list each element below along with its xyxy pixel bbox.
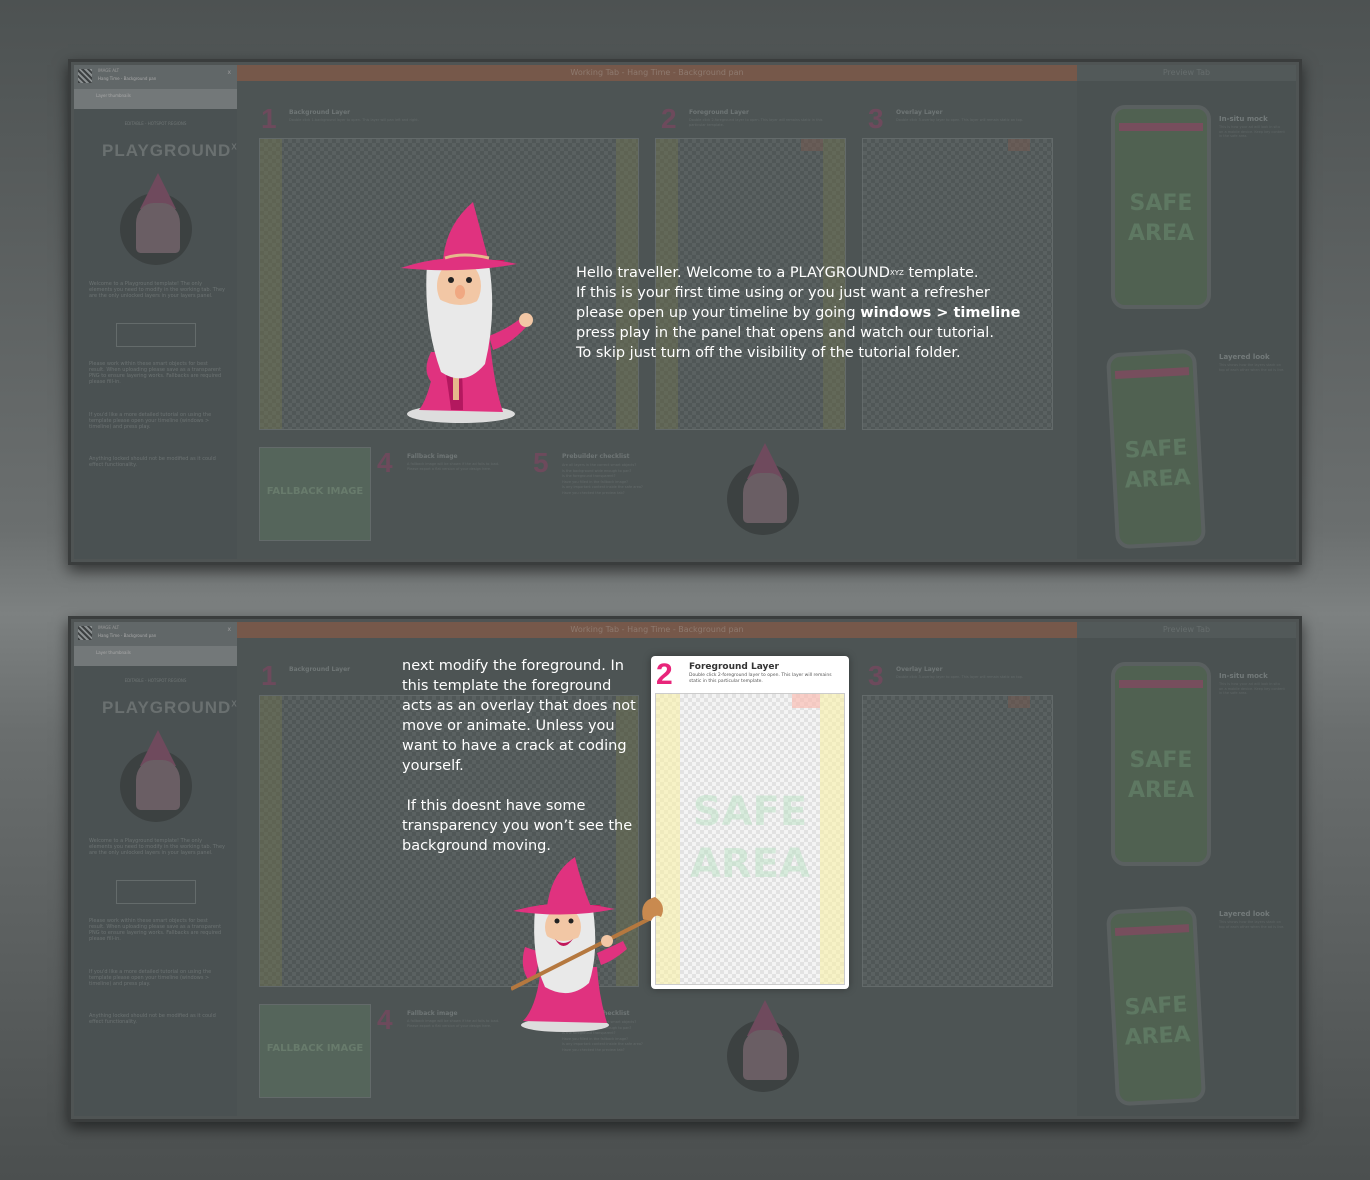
section-sub-background: Double click 1-background layer to open.… xyxy=(289,118,419,122)
layered-title: Layered look xyxy=(1219,910,1270,918)
left-sidebar: IMAGE ALT Hang Time - Background pan x L… xyxy=(74,622,249,1116)
insitu-phone-mock: SAFE AREA xyxy=(1111,105,1211,309)
insitu-title: In-situ mock xyxy=(1219,672,1268,680)
layered-text: This shows how the layers stack on top o… xyxy=(1219,363,1285,372)
tutorial-intro-text: Hello traveller. Welcome to a PLAYGROUND… xyxy=(576,265,1021,361)
playground-logo: PLAYGROUNDXYZ xyxy=(102,698,249,717)
window-title-small: IMAGE ALT xyxy=(98,625,120,630)
close-icon[interactable]: x xyxy=(227,69,231,76)
sidebar-header: EDITABLE - HOTSPOT REGIONS xyxy=(124,678,187,683)
close-icon[interactable]: x xyxy=(227,626,231,633)
section-title-background: Background Layer xyxy=(289,666,351,673)
section-sub-overlay: Double click 3-overlay layer to open. Th… xyxy=(896,675,1024,679)
window-title: Hang Time - Background pan xyxy=(98,76,157,81)
playground-logo: PLAYGROUNDXYZ xyxy=(102,141,249,160)
tab-working[interactable]: Working Tab - Hang Time - Background pan xyxy=(237,622,1077,638)
insitu-text: This is how your ad will look in situ on… xyxy=(1219,682,1285,695)
section-sub-overlay: Double click 3-overlay layer to open. Th… xyxy=(896,118,1024,122)
section-sub-foreground: Double click 2-foreground layer to open.… xyxy=(689,118,823,127)
checklist-item: Have you checked the preview tab? xyxy=(562,490,625,495)
window-subheader: Layer thumbnails xyxy=(74,89,237,109)
section-title-fallback: Fallback image xyxy=(407,1010,458,1017)
section-number-4: 4 xyxy=(377,1004,393,1035)
fallback-image-label: FALLBACK IMAGE xyxy=(266,486,364,497)
tab-preview[interactable]: Preview Tab xyxy=(1077,622,1296,638)
section-sub-fallback: A fallback image will be shown if the ad… xyxy=(407,462,500,471)
wizard-with-staff xyxy=(511,857,663,1032)
checklist-wizard-icon xyxy=(721,1000,805,1096)
insitu-phone-mock: SAFE AREA xyxy=(1111,662,1211,866)
section-number-5: 5 xyxy=(533,447,549,478)
layered-phone-mock: SAFE AREA xyxy=(1105,905,1207,1107)
sidebar-tutorial-text: If you'd like a more detailed tutorial o… xyxy=(89,969,212,987)
highlight-number: 2 xyxy=(656,658,673,691)
window-title-small: IMAGE ALT xyxy=(98,68,120,73)
window-subtitle: Layer thumbnails xyxy=(96,93,131,98)
highlight-sub: Double click 2-foreground layer to open.… xyxy=(689,673,832,684)
sidebar-instructions-text: Please work within these smart objects f… xyxy=(89,918,222,942)
safe-area-label: SAFE AREA xyxy=(1127,191,1195,246)
wizard-character xyxy=(401,202,533,423)
layered-text: This shows how the layers stack on top o… xyxy=(1219,920,1285,929)
section-title-fallback: Fallback image xyxy=(407,453,458,460)
checklist-item: Have you checked the preview tab? xyxy=(562,1047,625,1052)
section-number-1: 1 xyxy=(261,103,277,134)
tutorial-foreground-text: next modify the foreground. In this temp… xyxy=(402,658,637,854)
window-title: Hang Time - Background pan xyxy=(98,633,157,638)
preview-area: Preview Tab SAFE AREA In-situ mock This … xyxy=(1077,622,1296,1116)
app-logo-icon xyxy=(78,626,92,640)
window-header: IMAGE ALT Hang Time - Background pan x xyxy=(74,622,237,646)
safe-area-label: SAFE AREA xyxy=(1127,748,1195,803)
preview-area: Preview Tab SAFE AREA In-situ mock This … xyxy=(1077,65,1296,559)
insitu-title: In-situ mock xyxy=(1219,115,1268,123)
sidebar-intro-text: Welcome to a Playground template! The on… xyxy=(89,281,225,299)
safe-area-label: SAFE AREA xyxy=(689,789,811,887)
sidebar-locked-note: Anything locked should not be modified a… xyxy=(89,456,216,468)
sidebar-layers-preview xyxy=(116,323,196,347)
foreground-smart-object[interactable]: SAFE AREA xyxy=(655,693,845,985)
fallback-image-frame[interactable]: FALLBACK IMAGE xyxy=(259,1004,371,1098)
sidebar-intro-text: Welcome to a Playground template! The on… xyxy=(89,838,225,856)
sidebar-wizard-icon xyxy=(114,730,198,826)
section-sub-fallback: A fallback image will be shown if the ad… xyxy=(407,1019,500,1028)
section-number-3: 3 xyxy=(868,660,884,691)
sidebar-wizard-icon xyxy=(114,173,198,269)
foreground-layer-highlight[interactable]: 2 Foreground Layer Double click 2-foregr… xyxy=(651,656,849,989)
section-number-2: 2 xyxy=(661,103,677,134)
sidebar-locked-note: Anything locked should not be modified a… xyxy=(89,1013,216,1025)
section-title-overlay: Overlay Layer xyxy=(896,666,943,673)
checklist-wizard-icon xyxy=(721,443,805,539)
layered-phone-mock: SAFE AREA xyxy=(1105,348,1207,550)
sidebar-instructions-text: Please work within these smart objects f… xyxy=(89,361,222,385)
section-title-foreground: Foreground Layer xyxy=(689,109,749,116)
fallback-image-label: FALLBACK IMAGE xyxy=(266,1043,364,1054)
section-number-1: 1 xyxy=(261,660,277,691)
tab-working[interactable]: Working Tab - Hang Time - Background pan xyxy=(237,65,1077,81)
left-sidebar: IMAGE ALT Hang Time - Background pan x L… xyxy=(74,65,249,559)
window-subtitle: Layer thumbnails xyxy=(96,650,131,655)
screenshot-panel-intro: IMAGE ALT Hang Time - Background pan x L… xyxy=(68,59,1302,565)
safe-area-label: SAFE AREA xyxy=(1123,992,1192,1051)
app-logo-icon xyxy=(78,69,92,83)
sidebar-layers-preview xyxy=(116,880,196,904)
overlay-layer-frame[interactable] xyxy=(862,695,1053,987)
screenshot-panel-foreground: IMAGE ALT Hang Time - Background pan x L… xyxy=(68,616,1302,1122)
section-number-3: 3 xyxy=(868,103,884,134)
window-subheader: Layer thumbnails xyxy=(74,646,237,666)
section-number-4: 4 xyxy=(377,447,393,478)
section-title-background: Background Layer xyxy=(289,109,351,116)
window-header: IMAGE ALT Hang Time - Background pan x xyxy=(74,65,237,89)
insitu-text: This is how your ad will look in situ on… xyxy=(1219,125,1285,138)
sidebar-header: EDITABLE - HOTSPOT REGIONS xyxy=(124,121,187,126)
tab-preview[interactable]: Preview Tab xyxy=(1077,65,1296,81)
highlight-title: Foreground Layer xyxy=(689,662,779,672)
layered-title: Layered look xyxy=(1219,353,1270,361)
prebuilder-checklist: Are all layers in the correct smart obje… xyxy=(562,463,712,496)
safe-area-label: SAFE AREA xyxy=(1123,435,1192,494)
fallback-image-frame[interactable]: FALLBACK IMAGE xyxy=(259,447,371,541)
sidebar-tutorial-text: If you'd like a more detailed tutorial o… xyxy=(89,412,212,430)
section-title-overlay: Overlay Layer xyxy=(896,109,943,116)
section-title-checklist: Prebuilder checklist xyxy=(562,453,630,460)
